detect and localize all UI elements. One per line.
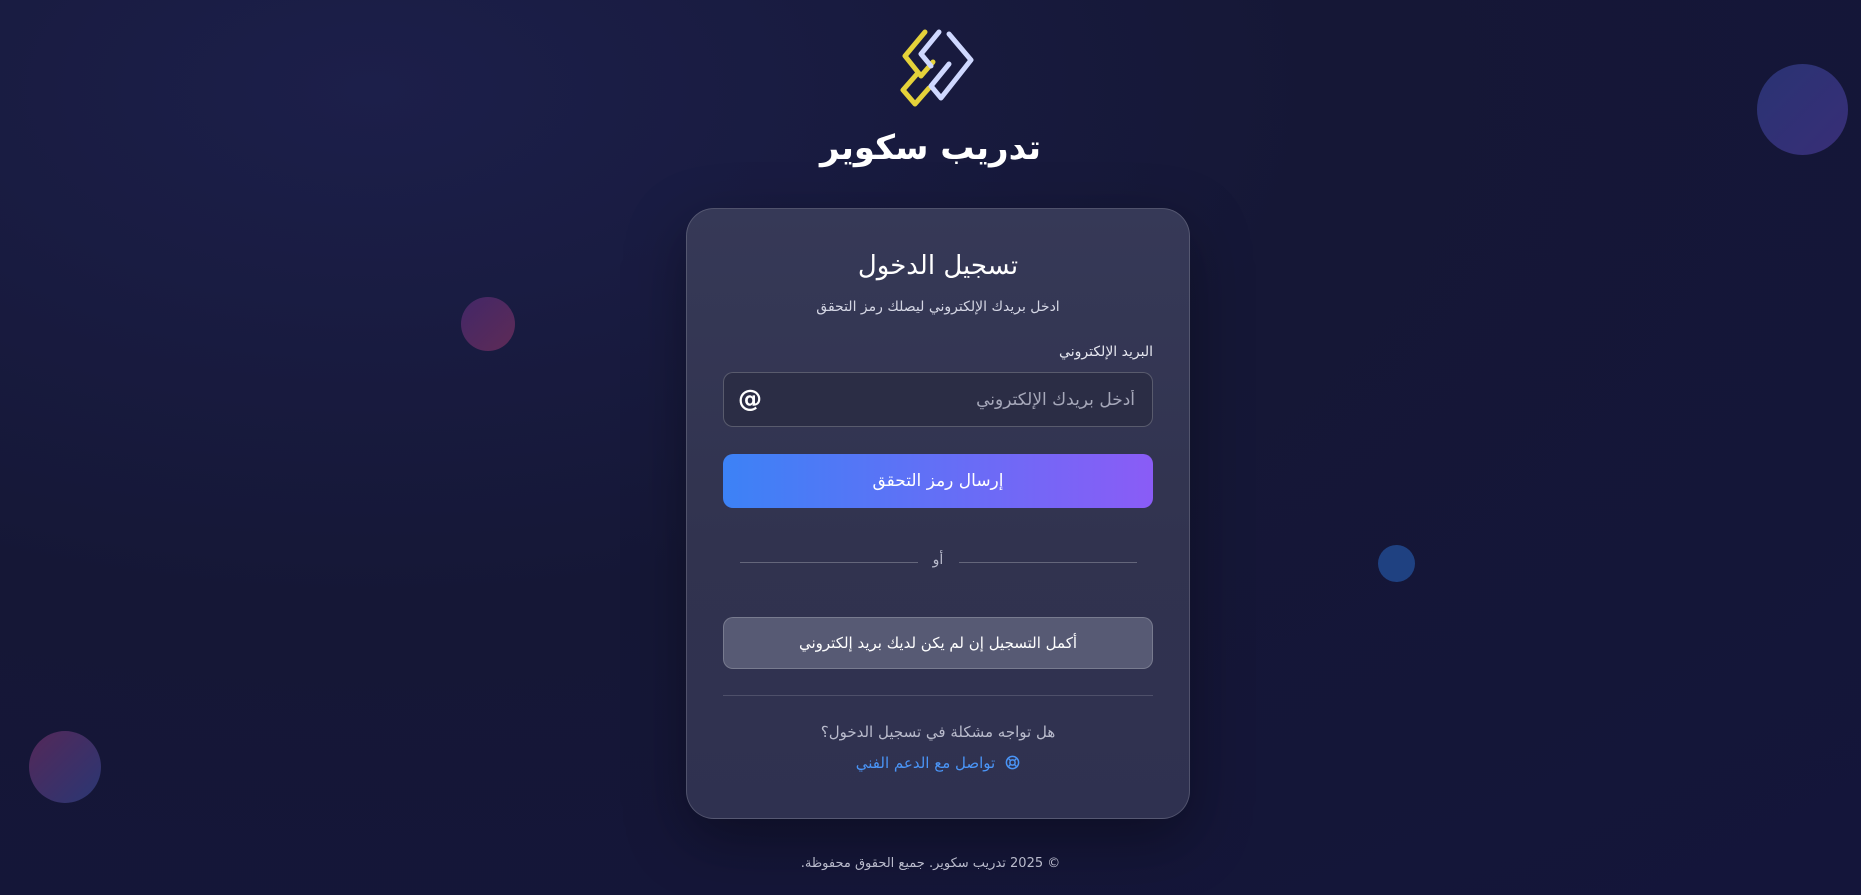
divider-or-text: أو: [932, 552, 944, 568]
email-field[interactable]: @: [723, 372, 1153, 427]
complete-registration-button[interactable]: أكمل التسجيل إن لم يكن لديك بريد إلكترون…: [723, 617, 1153, 669]
send-code-button[interactable]: إرسال رمز التحقق: [723, 454, 1153, 508]
decorative-orb: [1378, 545, 1415, 582]
card-subtitle: ادخل بريدك الإلكتروني ليصلك رمز التحقق: [816, 299, 1060, 315]
brand-name: تدريب سكوير: [819, 128, 1042, 168]
login-card: تسجيل الدخول ادخل بريدك الإلكتروني ليصلك…: [686, 208, 1190, 819]
decorative-orb: [461, 297, 515, 351]
support-link-label[interactable]: تواصل مع الدعم الفني: [856, 754, 995, 772]
email-label: البريد الإلكتروني: [1059, 344, 1153, 360]
card-title: تسجيل الدخول: [857, 251, 1019, 281]
trouble-text: هل تواجه مشكلة في تسجيل الدخول؟: [820, 723, 1056, 741]
decorative-orb: [29, 731, 101, 803]
footer-copyright: © 2025 تدريب سكوير. جميع الحقوق محفوظة.: [800, 856, 1061, 871]
support-link[interactable]: تواصل مع الدعم الفني: [687, 754, 1189, 772]
at-icon: @: [738, 385, 762, 413]
brand-logo-icon: [900, 29, 974, 107]
section-divider: [723, 695, 1153, 696]
email-input[interactable]: [772, 373, 1152, 426]
lifebuoy-icon: [1005, 755, 1020, 770]
